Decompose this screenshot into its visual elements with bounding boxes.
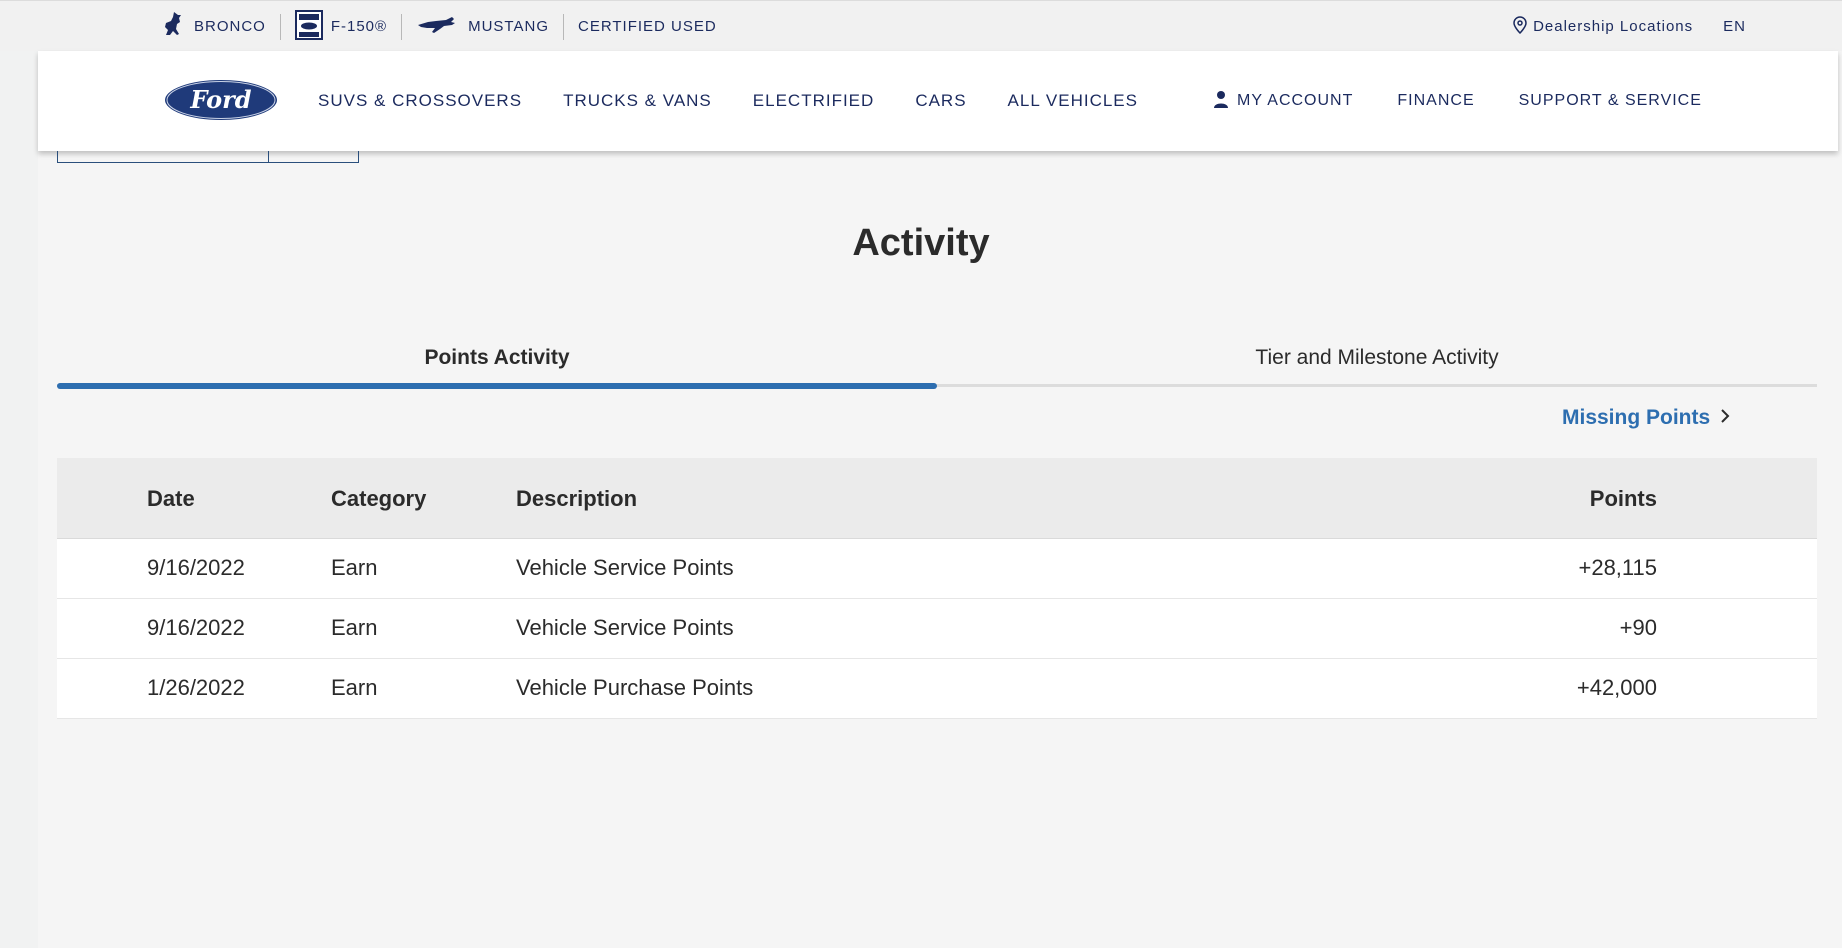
left-gutter [0, 0, 38, 948]
brand-links: BRONCO F-150® MUSTANG CERTIFIED USED [160, 1, 717, 52]
table-row: 1/26/2022 Earn Vehicle Purchase Points +… [57, 659, 1817, 719]
cell-date: 9/16/2022 [147, 555, 245, 580]
missing-points-label: Missing Points [1562, 406, 1711, 429]
activity-tabs: Points Activity Tier and Milestone Activ… [57, 340, 1817, 390]
header-points: Points [1589, 486, 1657, 511]
missing-points-link[interactable]: Missing Points [1562, 406, 1730, 430]
nav-item-electrified[interactable]: ELECTRIFIED [753, 91, 875, 111]
partial-button-group[interactable] [57, 151, 359, 163]
mustang-pony-icon [416, 15, 460, 39]
divider [268, 151, 269, 163]
cell-description: Vehicle Service Points [516, 615, 734, 640]
header-category: Category [331, 486, 427, 511]
cell-points: +28,115 [1578, 555, 1657, 580]
divider [279, 13, 281, 40]
dealership-locations-label: Dealership Locations [1533, 18, 1694, 35]
cell-description: Vehicle Service Points [516, 555, 734, 580]
brand-link-label: BRONCO [194, 18, 266, 35]
chevron-right-icon [1710, 406, 1730, 430]
nav-item-cars[interactable]: CARS [915, 91, 966, 111]
location-pin-icon [1513, 15, 1527, 38]
main-navigation: Ford SUVS & CROSSOVERS TRUCKS & VANS ELE… [38, 51, 1838, 151]
page-title: Activity [852, 222, 990, 264]
nav-right: MY ACCOUNT FINANCE SUPPORT & SERVICE [1213, 51, 1746, 151]
dealership-locations-link[interactable]: Dealership Locations [1513, 15, 1694, 38]
language-selector[interactable]: EN [1723, 18, 1746, 35]
nav-item-all-vehicles[interactable]: ALL VEHICLES [1008, 91, 1138, 111]
header-description: Description [516, 486, 638, 511]
bronco-horse-icon [160, 10, 186, 44]
utility-bar: BRONCO F-150® MUSTANG CERTIFIED USED Dea… [0, 0, 1842, 51]
my-account-link[interactable]: MY ACCOUNT [1213, 90, 1353, 113]
nav-item-suvs[interactable]: SUVS & CROSSOVERS [318, 91, 522, 111]
my-account-label: MY ACCOUNT [1237, 92, 1354, 109]
built-ford-tough-icon [294, 9, 323, 44]
cell-category: Earn [331, 555, 378, 580]
tab-tier-milestone-activity[interactable]: Tier and Milestone Activity [937, 340, 1817, 388]
logo-wordmark: Ford [189, 85, 251, 114]
cell-date: 1/26/2022 [147, 675, 245, 700]
nav-item-trucks[interactable]: TRUCKS & VANS [563, 91, 712, 111]
cell-date: 9/16/2022 [147, 615, 245, 640]
brand-link-label: MUSTANG [468, 18, 549, 35]
header-date: Date [147, 486, 195, 511]
utility-right: Dealership Locations EN [1513, 1, 1746, 52]
cell-description: Vehicle Purchase Points [516, 675, 754, 700]
person-icon [1213, 90, 1229, 113]
brand-link-f150[interactable]: F-150® [294, 1, 388, 52]
divider [401, 13, 403, 40]
cell-points: +90 [1619, 615, 1657, 640]
brand-link-bronco[interactable]: BRONCO [160, 1, 266, 52]
table-header: Date Category Description Points [57, 458, 1817, 539]
brand-link-label: F-150® [330, 18, 388, 35]
table-row: 9/16/2022 Earn Vehicle Service Points +2… [57, 539, 1817, 599]
points-activity-table: Date Category Description Points 9/16/20… [57, 458, 1817, 719]
nav-items: SUVS & CROSSOVERS TRUCKS & VANS ELECTRIF… [318, 51, 1179, 151]
support-service-link[interactable]: SUPPORT & SERVICE [1519, 92, 1702, 110]
cell-category: Earn [331, 615, 378, 640]
divider [562, 13, 564, 40]
brand-link-certified-used[interactable]: CERTIFIED USED [578, 1, 717, 52]
brand-link-label: CERTIFIED USED [577, 18, 717, 35]
ford-logo[interactable]: Ford [162, 77, 280, 123]
brand-link-mustang[interactable]: MUSTANG [416, 1, 549, 52]
cell-category: Earn [331, 675, 378, 700]
finance-link[interactable]: FINANCE [1397, 92, 1474, 110]
table-row: 9/16/2022 Earn Vehicle Service Points +9… [57, 599, 1817, 659]
cell-points: +42,000 [1576, 675, 1657, 700]
tab-points-activity[interactable]: Points Activity [57, 340, 937, 388]
